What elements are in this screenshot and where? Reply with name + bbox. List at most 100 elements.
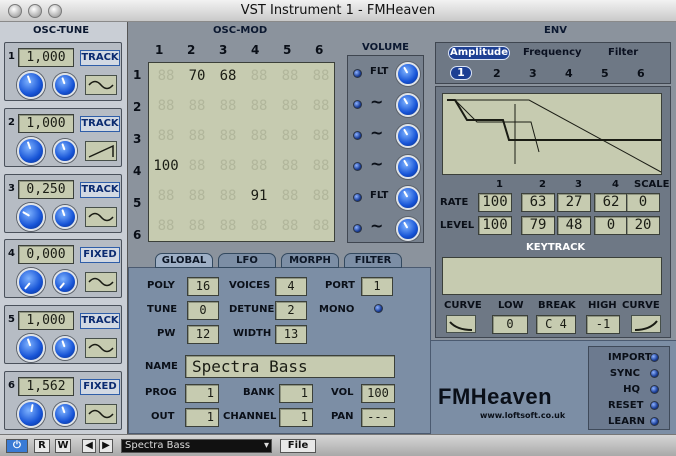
waveform-button[interactable] [85,141,117,161]
volume-knob[interactable] [396,217,420,241]
osc-mode-button[interactable]: TRACK [80,50,120,66]
env-number-button[interactable]: 2 [493,67,501,80]
volume-filter-led[interactable] [353,162,362,171]
waveform-button[interactable] [85,75,117,95]
waveform-button[interactable] [85,272,117,292]
file-button[interactable]: File [280,439,316,453]
osc-mod-cell[interactable]: 88 [306,215,336,237]
env-rate-value[interactable]: 62 [594,193,628,212]
keytrack-display[interactable] [442,257,662,295]
osc-mod-cell[interactable]: 88 [306,95,336,117]
osc-mod-cell[interactable]: 91 [244,185,274,207]
osc-mod-cell[interactable]: 88 [213,155,243,177]
coarse-tune-knob[interactable] [17,137,45,165]
env-number-button[interactable]: 6 [637,67,645,80]
env-number-button[interactable]: 5 [601,67,609,80]
prog-value[interactable]: 1 [185,384,219,403]
preset-dropdown-arrow[interactable]: ▾ [262,439,272,453]
low-value[interactable]: 0 [492,315,528,334]
read-automation-button[interactable]: R [34,439,50,453]
osc-mode-button[interactable]: FIXED [80,379,120,395]
osc-mod-cell[interactable]: 88 [182,215,212,237]
osc-mode-button[interactable]: TRACK [80,116,120,132]
osc-mod-cell[interactable]: 88 [213,125,243,147]
osc-mod-cell[interactable]: 88 [275,185,305,207]
osc-mod-cell[interactable]: 88 [306,125,336,147]
osc-mod-cell[interactable]: 88 [182,95,212,117]
break-value[interactable]: C 4 [536,315,576,334]
volume-knob[interactable] [396,62,420,86]
osc-mod-cell[interactable]: 88 [151,215,181,237]
side-option-led[interactable] [650,417,659,426]
env-tab-filter[interactable]: Filter [608,47,638,58]
coarse-tune-knob[interactable] [17,268,45,296]
osc-mod-cell[interactable]: 88 [213,95,243,117]
osc-mode-button[interactable]: FIXED [80,247,120,263]
env-number-button[interactable]: 1 [450,66,472,80]
pw-value[interactable]: 12 [187,325,219,344]
osc-mod-cell[interactable]: 88 [306,185,336,207]
volume-filter-led[interactable] [353,224,362,233]
osc-mod-cell[interactable]: 88 [213,185,243,207]
port-value[interactable]: 1 [361,277,393,296]
side-option-led[interactable] [650,385,659,394]
osc-mod-cell[interactable]: 100 [151,155,181,177]
osc-mod-cell[interactable]: 88 [182,155,212,177]
osc-mod-cell[interactable]: 88 [275,65,305,87]
osc-mod-cell[interactable]: 88 [275,125,305,147]
env-rate-value[interactable]: 100 [478,193,512,212]
curve-high-button[interactable] [631,315,661,333]
osc-mod-cell[interactable]: 88 [275,155,305,177]
env-tab-frequency[interactable]: Frequency [523,47,582,58]
osc-ratio-field[interactable]: 1,000 [18,48,74,67]
high-value[interactable]: -1 [586,315,620,334]
volume-knob[interactable] [396,186,420,210]
env-rate-value[interactable]: 63 [521,193,555,212]
volume-filter-led[interactable] [353,193,362,202]
osc-mod-cell[interactable]: 88 [151,65,181,87]
volume-filter-led[interactable] [353,131,362,140]
osc-mod-matrix[interactable]: 88 70 68 88 88 88 88 88 88 88 88 88 88 88 88 88 88 88 100 8… [148,62,335,242]
osc-ratio-field[interactable]: 1,562 [18,377,74,396]
osc-ratio-field[interactable]: 1,000 [18,311,74,330]
env-level-value[interactable]: 100 [478,216,512,235]
vol-value[interactable]: 100 [361,384,395,403]
fine-tune-knob[interactable] [53,402,77,426]
curve-low-button[interactable] [446,315,476,333]
osc-mod-cell[interactable]: 88 [244,95,274,117]
volume-filter-led[interactable] [353,100,362,109]
osc-ratio-field[interactable]: 0,250 [18,180,74,199]
next-preset-button[interactable]: ▶ [99,439,113,453]
env-tab-amplitude[interactable]: Amplitude [448,46,510,60]
env-rate-value[interactable]: 27 [557,193,591,212]
osc-ratio-field[interactable]: 0,000 [18,245,74,264]
global-tab[interactable]: MORPH [281,253,339,268]
osc-mod-cell[interactable]: 88 [182,185,212,207]
volume-knob[interactable] [396,124,420,148]
waveform-button[interactable] [85,338,117,358]
osc-mod-cell[interactable]: 88 [244,65,274,87]
volume-knob[interactable] [396,93,420,117]
coarse-tune-knob[interactable] [17,203,45,231]
coarse-tune-knob[interactable] [17,334,45,362]
width-value[interactable]: 13 [275,325,307,344]
env-level-value[interactable]: 0 [594,216,628,235]
volume-filter-led[interactable] [353,69,362,78]
osc-mod-cell[interactable]: 88 [244,155,274,177]
osc-mod-cell[interactable]: 88 [182,125,212,147]
fine-tune-knob[interactable] [53,205,77,229]
poly-value[interactable]: 16 [187,277,219,296]
envelope-display[interactable] [442,93,662,175]
write-automation-button[interactable]: W [55,439,71,453]
voices-value[interactable]: 4 [275,277,307,296]
side-option-led[interactable] [650,401,659,410]
env-level-value[interactable]: 48 [557,216,591,235]
patch-name-field[interactable]: Spectra Bass [185,355,395,378]
osc-mode-button[interactable]: TRACK [80,182,120,198]
osc-mod-cell[interactable]: 70 [182,65,212,87]
waveform-button[interactable] [85,404,117,424]
fine-tune-knob[interactable] [53,336,77,360]
osc-mod-cell[interactable]: 88 [244,215,274,237]
osc-mod-cell[interactable]: 88 [306,155,336,177]
global-tab[interactable]: FILTER [344,253,402,268]
